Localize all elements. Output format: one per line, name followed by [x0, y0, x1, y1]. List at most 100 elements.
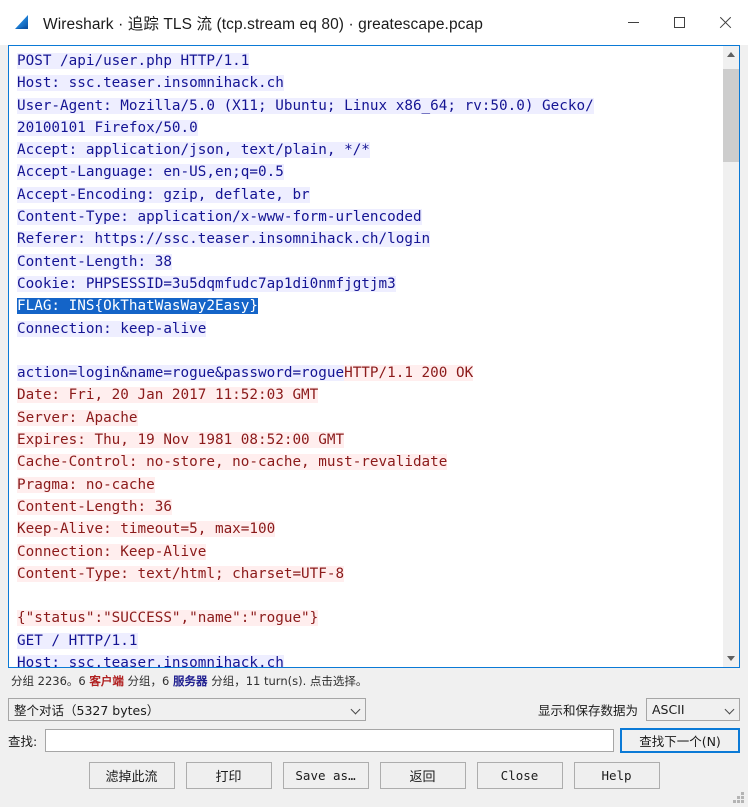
encoding-select[interactable]: ASCII: [646, 697, 740, 721]
stream-segment: Connection: Keep-Alive: [17, 543, 207, 560]
stream-scope-value: 整个对话（5327 bytes）: [14, 702, 160, 718]
stream-line[interactable]: Server: Apache: [17, 407, 722, 429]
stream-segment: Connection: keep-alive: [17, 320, 207, 337]
stream-segment: POST /api/user.php HTTP/1.1: [17, 53, 250, 69]
stream-segment: Content-Type: application/x-www-form-url…: [17, 209, 422, 226]
stream-line[interactable]: Expires: Thu, 19 Nov 1981 08:52:00 GMT: [17, 429, 722, 451]
stream-segment: Content-Length: 38: [17, 253, 172, 270]
dialog-button[interactable]: Close: [476, 761, 563, 789]
stream-line[interactable]: Accept: application/json, text/plain, */…: [17, 139, 722, 161]
stream-segment: {"status":"SUCCESS","name":"rogue"}: [17, 610, 319, 627]
stream-segment: Content-Type: text/html; charset=UTF-8: [17, 565, 345, 582]
stream-segment: action=login&name=rogue&password=rogue: [17, 365, 345, 382]
stream-segment: 20100101 Firefox/50.0: [17, 119, 198, 136]
status-part-2: 分组，6: [123, 674, 174, 688]
stream-segment: FLAG: INS{OkThatWasWay2Easy}: [17, 298, 259, 315]
stream-line[interactable]: [17, 340, 722, 362]
dialog-button[interactable]: 打印: [185, 761, 272, 789]
maximize-button[interactable]: [656, 0, 702, 45]
stream-line[interactable]: 20100101 Firefox/50.0: [17, 117, 722, 139]
stream-options-row: 整个对话（5327 bytes） 显示和保存数据为 ASCII: [8, 694, 740, 724]
dialog-button[interactable]: 返回: [379, 761, 466, 789]
stream-line[interactable]: Date: Fri, 20 Jan 2017 11:52:03 GMT: [17, 384, 722, 406]
stream-line[interactable]: action=login&name=rogue&password=rogueHT…: [17, 362, 722, 384]
stream-line[interactable]: Connection: Keep-Alive: [17, 541, 722, 563]
vertical-scrollbar[interactable]: [722, 46, 739, 667]
dialog-button-row: 滤掉此流 打印 Save as… 返回 Close Help: [8, 756, 740, 798]
stream-segment: Server: Apache: [17, 409, 138, 426]
stream-segment: HTTP/1.1 200 OK: [344, 365, 474, 382]
status-part-1: 分组 2236。6: [11, 674, 90, 688]
stream-segment: Accept-Encoding: gzip, deflate, br: [17, 186, 310, 203]
tcp-stream-dialog: Wireshark · 追踪 TLS 流 (tcp.stream eq 80) …: [0, 0, 748, 807]
chevron-up-icon: [727, 52, 735, 57]
window-title: Wireshark · 追踪 TLS 流 (tcp.stream eq 80) …: [43, 15, 483, 33]
scroll-down-button[interactable]: [723, 650, 739, 667]
stream-line[interactable]: Content-Length: 36: [17, 496, 722, 518]
dialog-button[interactable]: 滤掉此流: [88, 761, 175, 789]
chevron-down-icon: [726, 705, 735, 714]
stream-segment: Host: ssc.teaser.insomnihack.ch: [17, 655, 284, 667]
stream-segment: User-Agent: Mozilla/5.0 (X11; Ubuntu; Li…: [17, 97, 594, 114]
stream-line[interactable]: Content-Type: application/x-www-form-url…: [17, 206, 722, 228]
dialog-button[interactable]: Help: [573, 761, 660, 789]
stream-segment: Accept-Language: en-US,en;q=0.5: [17, 164, 284, 181]
stream-line[interactable]: Pragma: no-cache: [17, 474, 722, 496]
status-server-label: 服务器: [173, 674, 208, 688]
stream-line[interactable]: Host: ssc.teaser.insomnihack.ch: [17, 652, 722, 667]
title-bar: Wireshark · 追踪 TLS 流 (tcp.stream eq 80) …: [0, 0, 748, 45]
stream-line[interactable]: Cache-Control: no-store, no-cache, must-…: [17, 451, 722, 473]
find-row: 查找: 查找下一个(N): [8, 724, 740, 756]
status-client-label: 客户端: [89, 674, 124, 688]
find-input[interactable]: [45, 728, 614, 752]
stream-segment: Keep-Alive: timeout=5, max=100: [17, 521, 276, 538]
stream-line[interactable]: Keep-Alive: timeout=5, max=100: [17, 518, 722, 540]
stream-line[interactable]: Referer: https://ssc.teaser.insomnihack.…: [17, 228, 722, 250]
stream-segment: Expires: Thu, 19 Nov 1981 08:52:00 GMT: [17, 432, 345, 449]
stream-segment: Pragma: no-cache: [17, 476, 155, 493]
stream-scope-select[interactable]: 整个对话（5327 bytes）: [8, 697, 366, 721]
chevron-down-icon: [727, 656, 735, 661]
stream-line[interactable]: Connection: keep-alive: [17, 318, 722, 340]
dialog-content: POST /api/user.php HTTP/1.1 Host: ssc.tea…: [0, 45, 748, 807]
stream-line[interactable]: Accept-Encoding: gzip, deflate, br: [17, 184, 722, 206]
stream-line[interactable]: FLAG: INS{OkThatWasWay2Easy}: [17, 295, 722, 317]
find-next-button[interactable]: 查找下一个(N): [620, 727, 740, 753]
stream-segment: Date: Fri, 20 Jan 2017 11:52:03 GMT: [17, 387, 319, 404]
encoding-value: ASCII: [652, 701, 685, 717]
stream-line[interactable]: Content-Length: 38: [17, 251, 722, 273]
chevron-down-icon: [352, 705, 361, 714]
status-part-3: 分组，11 turn(s). 点击选择。: [207, 674, 368, 688]
stream-content-pane: POST /api/user.php HTTP/1.1 Host: ssc.tea…: [8, 45, 740, 668]
close-button[interactable]: [702, 0, 748, 45]
stream-line[interactable]: GET / HTTP/1.1: [17, 630, 722, 652]
stream-line[interactable]: {"status":"SUCCESS","name":"rogue"}: [17, 607, 722, 629]
wireshark-fin-icon: [12, 12, 34, 34]
maximize-icon: [673, 17, 685, 28]
packet-status-line: 分组 2236。6 客户端 分组，6 服务器 分组，11 turn(s). 点击…: [8, 668, 740, 694]
stream-segment: Content-Length: 36: [17, 498, 172, 515]
scroll-up-button[interactable]: [723, 46, 739, 63]
stream-line[interactable]: Accept-Language: en-US,en;q=0.5: [17, 161, 722, 183]
minimize-icon: [627, 22, 639, 23]
stream-segment: Accept: application/json, text/plain, */…: [17, 142, 370, 159]
stream-line[interactable]: Cookie: PHPSESSID=3u5dqmfudc7ap1di0nmfjg…: [17, 273, 722, 295]
window-controls: [610, 0, 748, 45]
scrollbar-thumb[interactable]: [723, 69, 739, 162]
find-label: 查找:: [8, 733, 38, 749]
stream-text-area[interactable]: POST /api/user.php HTTP/1.1 Host: ssc.tea…: [9, 46, 722, 667]
stream-line[interactable]: User-Agent: Mozilla/5.0 (X11; Ubuntu; Li…: [17, 95, 722, 117]
stream-segment: Cache-Control: no-store, no-cache, must-…: [17, 454, 448, 471]
stream-segment: GET / HTTP/1.1: [17, 632, 138, 649]
minimize-button[interactable]: [610, 0, 656, 45]
stream-line[interactable]: [17, 585, 722, 607]
resize-grip[interactable]: [732, 791, 745, 804]
stream-line[interactable]: Content-Type: text/html; charset=UTF-8: [17, 563, 722, 585]
scrollbar-track[interactable]: [723, 63, 739, 650]
stream-line[interactable]: Host: ssc.teaser.insomnihack.ch: [17, 72, 722, 94]
stream-line[interactable]: POST /api/user.php HTTP/1.1: [17, 50, 722, 72]
show-and-save-label: 显示和保存数据为: [537, 702, 638, 718]
stream-segment: Cookie: PHPSESSID=3u5dqmfudc7ap1di0nmfjg…: [17, 275, 396, 292]
dialog-button[interactable]: Save as…: [282, 761, 369, 789]
stream-segment: Host: ssc.teaser.insomnihack.ch: [17, 75, 284, 92]
